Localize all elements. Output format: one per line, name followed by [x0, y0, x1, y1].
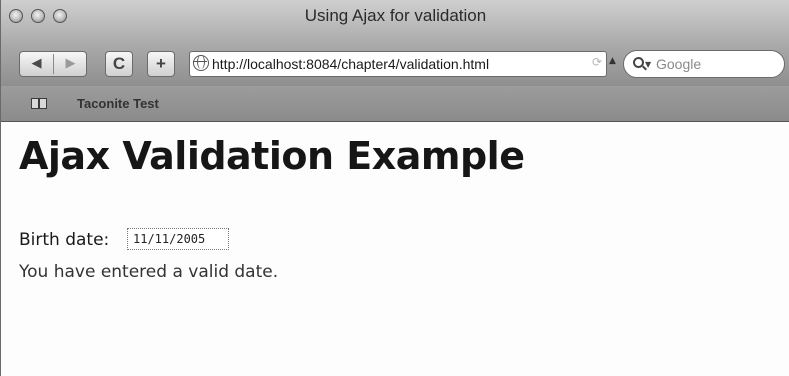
navigation-buttons: ◀ ▶	[19, 51, 87, 77]
forward-arrow-icon: ▶	[65, 56, 76, 71]
bookmarks-book-icon[interactable]	[31, 98, 49, 110]
url-input[interactable]	[212, 54, 578, 74]
search-bar[interactable]: ▼	[623, 50, 785, 78]
validation-message: You have entered a valid date.	[19, 262, 279, 282]
snapback-icon[interactable]: ⟳	[592, 55, 602, 69]
plus-icon: +	[156, 54, 166, 73]
window-title: Using Ajax for validation	[304, 6, 487, 25]
birth-date-label: Birth date:	[19, 230, 110, 250]
birth-date-field[interactable]	[127, 228, 229, 250]
bookmarks-bar: Taconite Test	[1, 86, 789, 122]
search-icon[interactable]	[633, 57, 644, 68]
address-bar[interactable]: ⟳	[189, 51, 607, 77]
title-bar: Using Ajax for validation	[1, 0, 789, 46]
forward-button[interactable]: ▶	[54, 52, 87, 76]
browser-window: Using Ajax for validation ◀ ▶ C + ⟳ ▲ ▼	[0, 0, 789, 376]
search-engine-dropdown-icon[interactable]: ▼	[645, 60, 651, 69]
reload-icon: C	[112, 54, 126, 73]
page-content: Ajax Validation Example Birth date: You …	[1, 122, 789, 376]
toolbar: ◀ ▶ C + ⟳ ▲ ▼	[1, 46, 789, 86]
search-input[interactable]	[656, 55, 776, 73]
bookmark-taconite-test[interactable]: Taconite Test	[77, 96, 159, 111]
address-dropdown-icon[interactable]: ▲	[609, 56, 616, 66]
reload-button[interactable]: C	[105, 51, 133, 77]
add-bookmark-button[interactable]: +	[147, 51, 175, 77]
back-button[interactable]: ◀	[20, 52, 53, 76]
page-title: Ajax Validation Example	[19, 134, 525, 178]
back-arrow-icon: ◀	[31, 56, 42, 71]
globe-icon	[193, 55, 209, 71]
